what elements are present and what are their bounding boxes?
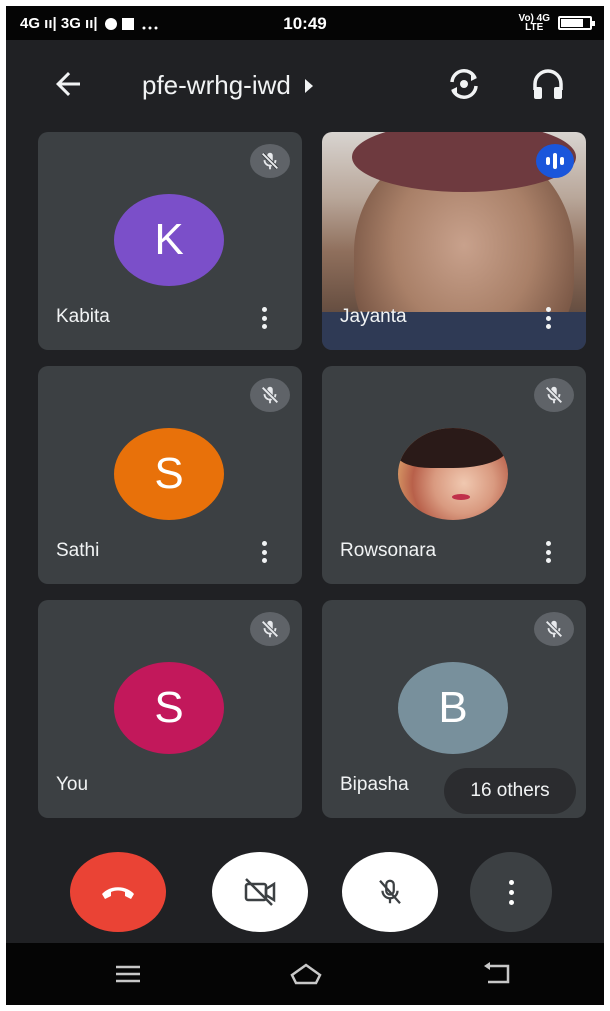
mic-off-icon: [261, 386, 279, 404]
status-time: 10:49: [283, 14, 327, 33]
participant-name: Bipasha: [340, 774, 409, 795]
participant-name: Jayanta: [340, 306, 407, 327]
app-bar: pfe-wrhg-iwd: [6, 40, 604, 126]
meeting-code: pfe-wrhg-iwd: [142, 70, 291, 100]
participant-tile-jayanta[interactable]: Jayanta: [322, 132, 586, 350]
switch-camera-icon: [450, 69, 478, 99]
videocam-off-icon: [244, 878, 276, 906]
profile-photo: [398, 428, 508, 520]
system-nav-bar: [6, 943, 604, 1005]
mic-toggle-button[interactable]: [342, 852, 438, 932]
speaking-indicator-icon: [536, 144, 574, 178]
arrow-back-icon: [56, 72, 80, 96]
meeting-title[interactable]: pfe-wrhg-iwd: [142, 70, 313, 101]
network-label: Vo) 4G LTE: [518, 13, 550, 33]
mic-off-icon: [261, 152, 279, 170]
mic-off-icon: [379, 879, 401, 904]
participant-name: Sathi: [56, 540, 100, 561]
participant-name: You: [56, 774, 89, 795]
participant-tile-you[interactable]: S You: [38, 600, 302, 818]
mic-off-icon: [545, 386, 563, 404]
avatar: S: [114, 428, 224, 520]
back-nav-icon: [484, 962, 510, 984]
mic-off-icon: [545, 620, 563, 638]
audio-output-button[interactable]: [528, 64, 568, 104]
status-bar: 4G ıı| 3G ıı| 10:49 Vo) 4G LTE: [6, 6, 604, 40]
participant-menu-button[interactable]: [256, 538, 272, 566]
others-count-chip[interactable]: 16 others: [444, 768, 576, 814]
participant-menu-button[interactable]: [256, 304, 272, 332]
recents-button[interactable]: [108, 957, 148, 991]
home-icon: [290, 963, 322, 985]
back-button[interactable]: [50, 66, 86, 102]
back-nav-button[interactable]: [478, 957, 518, 991]
camera-toggle-button[interactable]: [212, 852, 308, 932]
avatar: S: [114, 662, 224, 754]
mic-off-icon: [261, 620, 279, 638]
menu-icon: [116, 965, 140, 983]
avatar: K: [114, 194, 224, 286]
more-options-button[interactable]: [470, 852, 552, 932]
end-call-button[interactable]: [70, 852, 166, 932]
participant-name: Kabita: [56, 306, 110, 327]
home-button[interactable]: [286, 957, 326, 991]
avatar: B: [398, 662, 508, 754]
phone-hangup-icon: [102, 887, 134, 899]
participant-name: Rowsonara: [340, 540, 437, 561]
participant-menu-button[interactable]: [540, 304, 556, 332]
switch-camera-button[interactable]: [444, 64, 484, 104]
mute-badge: [250, 378, 290, 412]
participant-tile-rowsonara[interactable]: Rowsonara: [322, 366, 586, 584]
meet-screen: 4G ıı| 3G ıı| 10:49 Vo) 4G LTE pfe-wrhg-…: [6, 6, 604, 1005]
headphones-icon: [533, 69, 563, 99]
status-right: Vo) 4G LTE: [518, 13, 595, 33]
mute-badge: [250, 144, 290, 178]
participant-tile-sathi[interactable]: S Sathi: [38, 366, 302, 584]
mute-badge: [534, 612, 574, 646]
participant-tile-kabita[interactable]: K Kabita: [38, 132, 302, 350]
participant-menu-button[interactable]: [540, 538, 556, 566]
caret-right-icon: [304, 78, 313, 93]
mute-badge: [534, 378, 574, 412]
battery-icon: [558, 16, 595, 30]
mute-badge: [250, 612, 290, 646]
